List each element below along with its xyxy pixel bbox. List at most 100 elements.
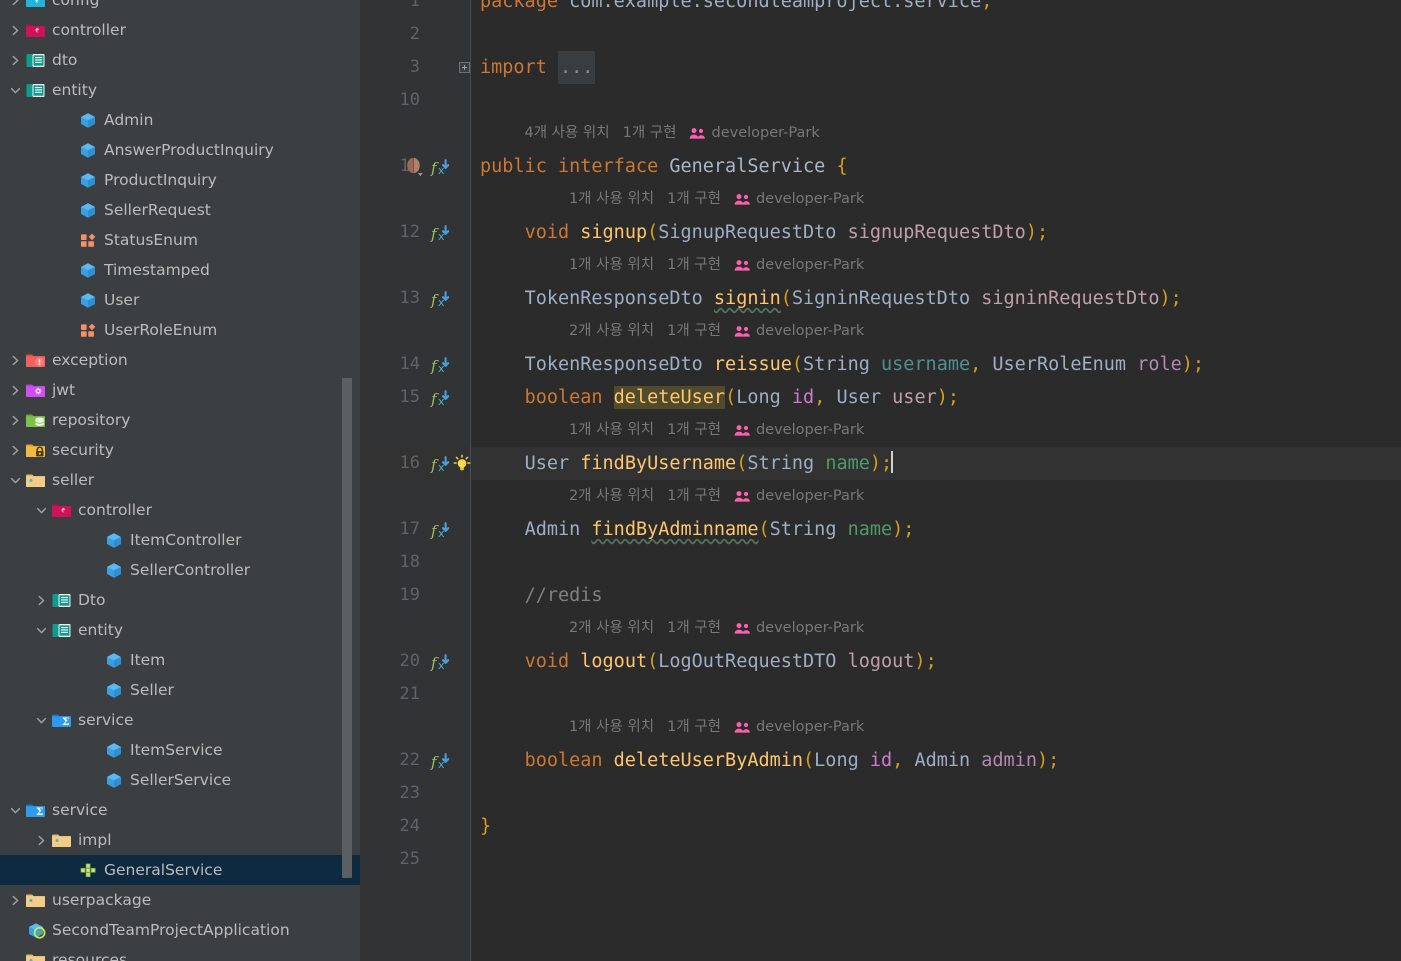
implemented-method-gutter-icon[interactable]: fx [430,354,452,376]
tree-item-resources[interactable]: resources [0,945,360,961]
author-hint[interactable]: developer-Park [756,315,864,348]
code-line[interactable]: boolean deleteUserByAdmin(Long id, Admin… [471,744,1401,777]
code-vision-hint[interactable]: 1개 사용 위치 1개 구현 developer-Park [569,183,864,216]
chevron-right-icon[interactable] [9,414,22,427]
tree-item-generalservice[interactable]: GeneralService [0,855,360,885]
implementations-hint[interactable]: 1개 구현 [667,315,721,348]
usages-hint[interactable]: 2개 사용 위치 [569,480,654,513]
chevron-right-icon[interactable] [9,24,22,37]
tree-item-seller[interactable]: Seller [0,675,360,705]
code-line[interactable] [471,546,1401,579]
code-line[interactable]: boolean deleteUser(Long id, User user); [471,381,1401,414]
tree-item-itemcontroller[interactable]: ItemController [0,525,360,555]
tree-item-statusenum[interactable]: StatusEnum [0,225,360,255]
code-vision-hint[interactable]: 4개 사용 위치 1개 구현 developer-Park [524,117,819,150]
editor-text-area[interactable]: package com.example.secondteamproject.se… [453,0,1401,961]
author-hint[interactable]: developer-Park [756,414,864,447]
tree-item-dto[interactable]: dto [0,45,360,75]
tree-item-dto[interactable]: Dto [0,585,360,615]
project-tree-panel[interactable]: config controller dto entity Admin AnswerProd… [0,0,360,961]
implemented-method-gutter-icon[interactable]: fx [430,156,452,178]
code-vision-hint[interactable]: 1개 사용 위치 1개 구현 developer-Park [569,249,864,282]
code-line[interactable]: //redis [471,579,1401,612]
usages-hint[interactable]: 1개 사용 위치 [569,249,654,282]
code-line[interactable]: package com.example.secondteamproject.se… [471,0,1401,18]
implementations-hint[interactable]: 1개 구현 [667,612,721,645]
author-hint[interactable]: developer-Park [711,117,819,150]
tree-item-productinquiry[interactable]: ProductInquiry [0,165,360,195]
code-line[interactable]: } [471,810,1401,843]
usages-hint[interactable]: 1개 사용 위치 [569,414,654,447]
implemented-method-gutter-icon[interactable]: fx [430,750,452,772]
tree-item-item[interactable]: Item [0,645,360,675]
author-hint[interactable]: developer-Park [756,249,864,282]
chevron-right-icon[interactable] [35,834,48,847]
tree-item-sellerrequest[interactable]: SellerRequest [0,195,360,225]
tree-item-user[interactable]: User [0,285,360,315]
tree-item-repository[interactable]: repository [0,405,360,435]
tree-item-timestamped[interactable]: Timestamped [0,255,360,285]
implementations-hint[interactable]: 1개 구현 [667,183,721,216]
code-line[interactable] [471,84,1401,117]
implementations-hint[interactable]: 1개 구현 [667,414,721,447]
chevron-down-icon[interactable] [35,714,48,727]
tree-item-itemservice[interactable]: ItemService [0,735,360,765]
chevron-right-icon[interactable] [9,894,22,907]
chevron-down-icon[interactable] [9,804,22,817]
code-vision-hint[interactable]: 1개 사용 위치 1개 구현 developer-Park [569,414,864,447]
tree-item-controller[interactable]: controller [0,15,360,45]
code-vision-hint[interactable]: 2개 사용 위치 1개 구현 developer-Park [569,480,864,513]
tree-item-entity[interactable]: entity [0,75,360,105]
code-line[interactable] [471,18,1401,51]
implemented-method-gutter-icon[interactable]: fx [430,651,452,673]
usages-hint[interactable]: 2개 사용 위치 [569,612,654,645]
implemented-method-gutter-icon[interactable]: fx [430,288,452,310]
implementations-hint[interactable]: 1개 구현 [667,480,721,513]
tree-item-secondteamprojectapplication[interactable]: SecondTeamProjectApplication [0,915,360,945]
tree-item-service[interactable]: Σservice [0,795,360,825]
tree-item-entity[interactable]: entity [0,615,360,645]
usages-hint[interactable]: 4개 사용 위치 [524,117,609,150]
chevron-right-icon[interactable] [9,354,22,367]
tree-item-sellerservice[interactable]: SellerService [0,765,360,795]
implemented-method-gutter-icon[interactable]: fx [430,387,452,409]
code-line[interactable]: void signup(SignupRequestDto signupReque… [471,216,1401,249]
code-line[interactable]: User findByUsername(String name); [471,447,1401,480]
tree-item-admin[interactable]: Admin [0,105,360,135]
chevron-down-icon[interactable] [9,474,22,487]
code-line[interactable]: import ... [471,51,1401,84]
code-vision-hint[interactable]: 1개 사용 위치 1개 구현 developer-Park [569,711,864,744]
tree-item-config[interactable]: config [0,0,360,15]
author-hint[interactable]: developer-Park [756,612,864,645]
fold-expand-icon[interactable] [459,62,470,73]
implementations-hint[interactable]: 1개 구현 [667,711,721,744]
code-line[interactable]: public interface GeneralService { [471,150,1401,183]
implementations-hint[interactable]: 1개 구현 [667,249,721,282]
intention-bulb-icon[interactable] [451,453,473,475]
spring-bean-gutter-icon[interactable] [404,156,426,178]
editor-gutter[interactable]: 1231011fx12fx13fx14fx15fx16fx17fx181920f… [360,0,470,961]
implemented-method-gutter-icon[interactable]: fx [430,222,452,244]
chevron-right-icon[interactable] [9,444,22,457]
chevron-down-icon[interactable] [35,624,48,637]
sidebar-scrollbar-track[interactable] [342,0,356,961]
tree-item-sellercontroller[interactable]: SellerController [0,555,360,585]
code-line[interactable] [471,843,1401,876]
code-line[interactable] [471,777,1401,810]
usages-hint[interactable]: 2개 사용 위치 [569,315,654,348]
chevron-right-icon[interactable] [9,384,22,397]
tree-item-userpackage[interactable]: userpackage [0,885,360,915]
chevron-right-icon[interactable] [35,594,48,607]
chevron-right-icon[interactable] [9,0,22,7]
implemented-method-gutter-icon[interactable]: fx [430,453,452,475]
code-line[interactable]: TokenResponseDto reissue(String username… [471,348,1401,381]
implementations-hint[interactable]: 1개 구현 [623,117,677,150]
code-line[interactable]: TokenResponseDto signin(SigninRequestDto… [471,282,1401,315]
tree-item-answerproductinquiry[interactable]: AnswerProductInquiry [0,135,360,165]
usages-hint[interactable]: 1개 사용 위치 [569,183,654,216]
tree-item-exception[interactable]: exception [0,345,360,375]
sidebar-scrollbar-thumb[interactable] [342,378,352,878]
code-vision-hint[interactable]: 2개 사용 위치 1개 구현 developer-Park [569,612,864,645]
chevron-down-icon[interactable] [9,84,22,97]
tree-item-controller[interactable]: controller [0,495,360,525]
